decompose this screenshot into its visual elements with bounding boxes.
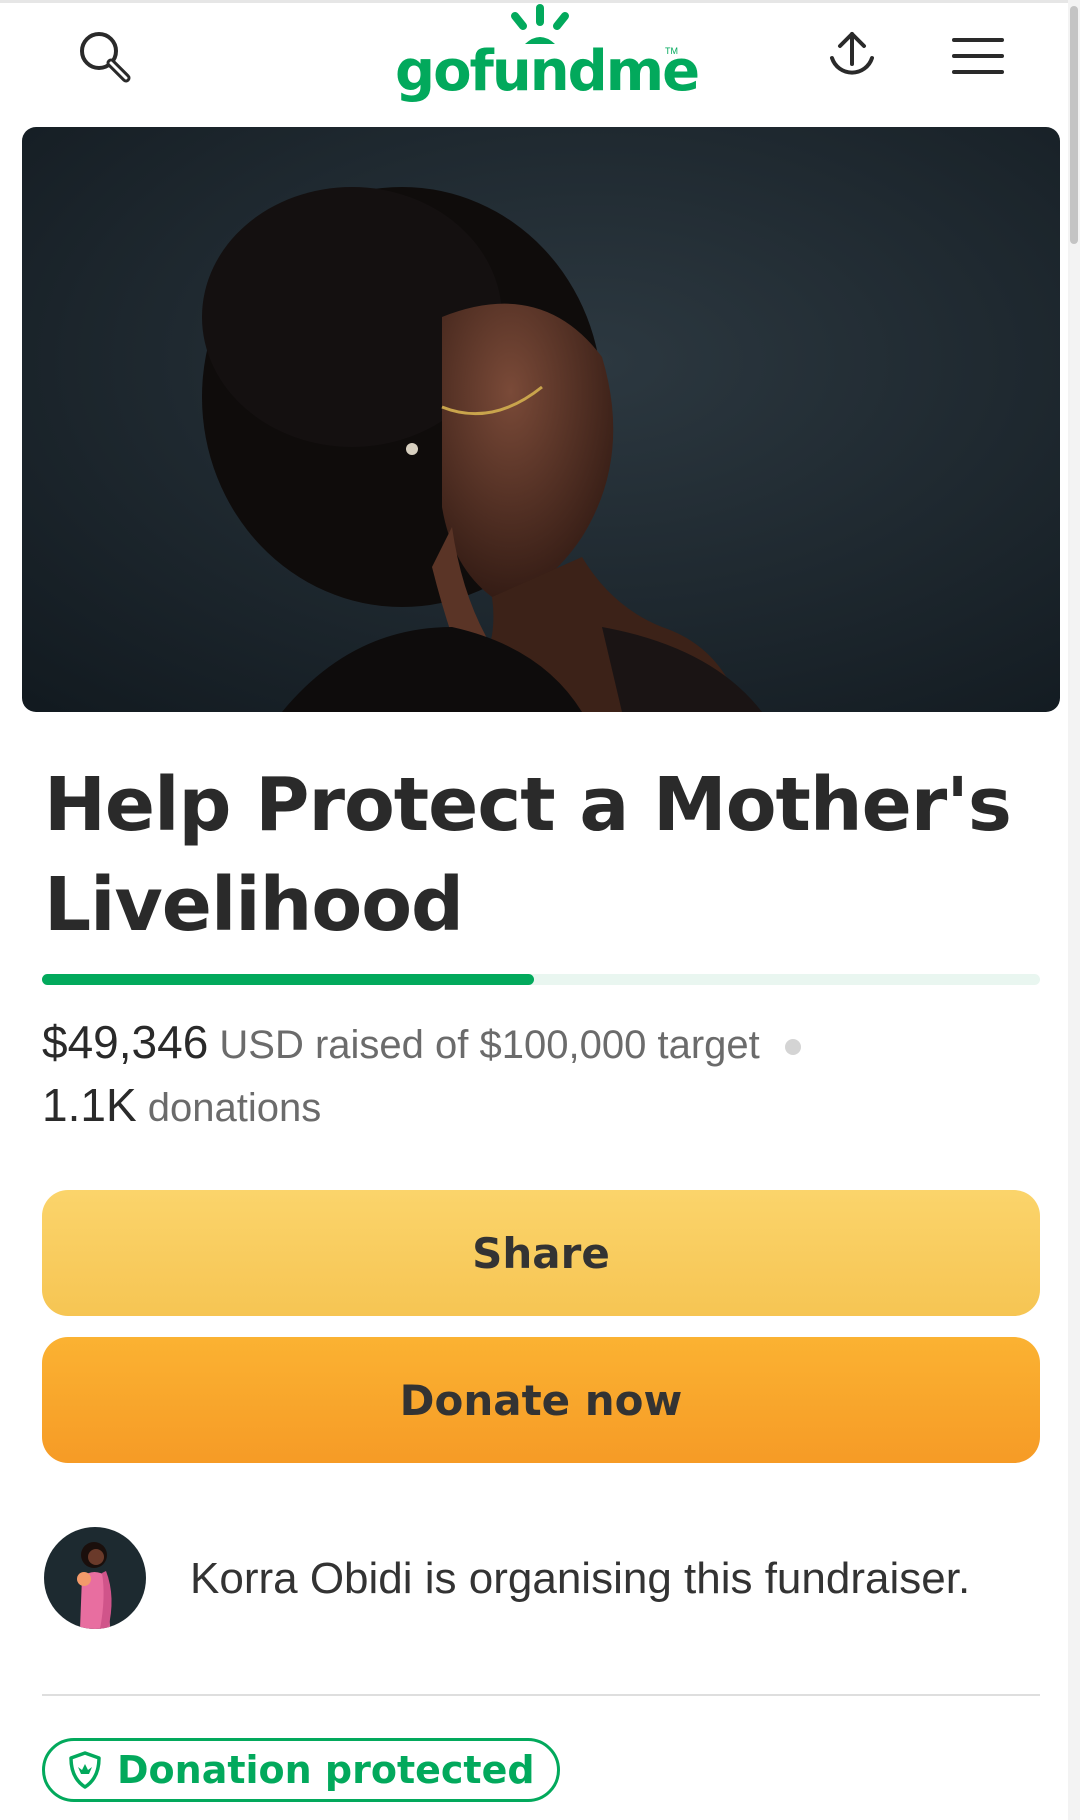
logo-trademark: TM (665, 46, 678, 56)
fundraising-stats: $49,346 USD raised of $100,000 target 1.… (42, 1018, 1042, 1132)
progress-bar-fill (42, 974, 535, 985)
donation-protected-badge[interactable]: Donation protected (42, 1738, 560, 1802)
top-bar: gofundme TM (0, 0, 1068, 120)
scrollbar[interactable] (1068, 0, 1080, 1820)
scrollbar-thumb[interactable] (1070, 6, 1078, 244)
campaign-hero-image[interactable] (22, 127, 1060, 712)
gofundme-logo[interactable]: gofundme TM (395, 4, 700, 104)
donation-protected-label: Donation protected (117, 1748, 535, 1792)
donation-count: 1.1K (42, 1079, 137, 1131)
organizer-text: Korra Obidi is organising this fundraise… (190, 1554, 971, 1603)
separator-dot (784, 1039, 801, 1056)
section-divider (42, 1694, 1040, 1696)
hamburger-menu-icon (952, 38, 1004, 74)
share-button[interactable]: Share (42, 1190, 1040, 1316)
avatar-photo (44, 1527, 146, 1629)
logo-wordmark: gofundme (395, 39, 700, 104)
organizer-avatar[interactable] (44, 1527, 146, 1629)
raised-amount: $49,346 (42, 1016, 209, 1068)
donate-now-button[interactable]: Donate now (42, 1337, 1040, 1463)
search-icon (80, 32, 131, 83)
donations-label[interactable]: donations (148, 1086, 321, 1130)
search-button[interactable] (66, 18, 142, 94)
campaign-title: Help Protect a Mother's Livelihood (44, 762, 1012, 948)
share-upload-button[interactable] (814, 18, 890, 94)
progress-bar (42, 974, 1040, 985)
shield-icon (69, 1751, 101, 1789)
organizer-row: Korra Obidi is organising this fundraise… (44, 1527, 1044, 1631)
upload-icon (830, 32, 874, 75)
hero-photo (22, 127, 1060, 712)
raised-target-text: USD raised of $100,000 target (219, 1023, 760, 1067)
menu-button[interactable] (940, 18, 1016, 94)
